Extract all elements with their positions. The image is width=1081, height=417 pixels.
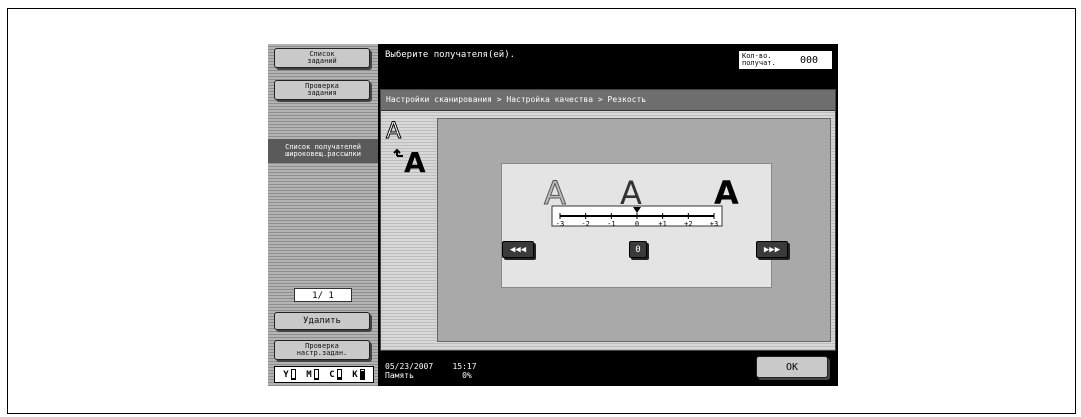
delete-button[interactable]: Удалить: [274, 312, 370, 330]
tick-label: +2: [684, 220, 692, 228]
job-list-button[interactable]: Список заданий: [274, 48, 370, 68]
svg-text:A: A: [386, 119, 401, 144]
control-panel-screen: Список заданий Проверка задания Список п…: [268, 44, 838, 386]
tick-label: +1: [658, 220, 666, 228]
reset-button[interactable]: 0: [629, 241, 647, 258]
toner-m: M: [306, 369, 319, 380]
broadcast-label-2: широковещ.рассылки: [285, 150, 361, 158]
toner-c: C: [329, 369, 342, 380]
toner-k: K: [352, 369, 365, 380]
datetime-memory: 05/23/2007 15:17 Память 0%: [385, 362, 477, 380]
sharpness-panel: A A A -3 -2 -1 0 +1 +2 +3 ◀◀◀ 0 ▶▶▶: [437, 118, 831, 342]
tick-label: 0: [635, 220, 639, 228]
check-settings-button[interactable]: Проверка настр.задан.: [274, 340, 370, 360]
toner-y: Y: [283, 369, 296, 380]
check-settings-label-2: настр.задан.: [296, 349, 348, 357]
memory-label: Память: [385, 371, 414, 380]
tick-label: -3: [556, 220, 564, 228]
tick-label: -2: [581, 220, 589, 228]
job-check-label-2: задания: [307, 89, 337, 97]
date: 05/23/2007: [385, 362, 434, 371]
page-counter: 1/ 1: [294, 288, 352, 302]
recipient-count-value: 000: [800, 54, 819, 66]
tick-label: +3: [710, 220, 718, 228]
time: 15:17: [452, 362, 477, 371]
memory-value: 0%: [462, 371, 472, 380]
breadcrumb: Настройки сканирования > Настройка качес…: [381, 90, 835, 111]
broadcast-list-label[interactable]: Список получателей широковещ.рассылки: [268, 139, 378, 163]
svg-text:A: A: [404, 146, 426, 176]
recipient-count-label: Кол-во. получат.: [742, 52, 776, 67]
decrease-button[interactable]: ◀◀◀: [502, 241, 534, 258]
sharpness-scale: A A A -3 -2 -1 0 +1 +2 +3 ◀◀◀ 0 ▶▶▶: [501, 163, 788, 288]
tick-label: -1: [607, 220, 615, 228]
instruction-message: Выберите получателя(ей).: [385, 50, 516, 60]
job-check-button[interactable]: Проверка задания: [274, 80, 370, 100]
sharpness-icon: A A: [386, 119, 427, 177]
settings-area: Настройки сканирования > Настройка качес…: [380, 89, 836, 351]
ok-button[interactable]: OK: [756, 356, 828, 378]
delete-label: Удалить: [303, 315, 341, 326]
toner-levels: Y M C K: [274, 366, 374, 383]
increase-button[interactable]: ▶▶▶: [756, 241, 788, 258]
recipient-count-box: Кол-во. получат. 000: [738, 50, 833, 70]
job-list-label-2: заданий: [307, 57, 337, 65]
left-sidebar: Список заданий Проверка задания Список п…: [268, 44, 378, 386]
